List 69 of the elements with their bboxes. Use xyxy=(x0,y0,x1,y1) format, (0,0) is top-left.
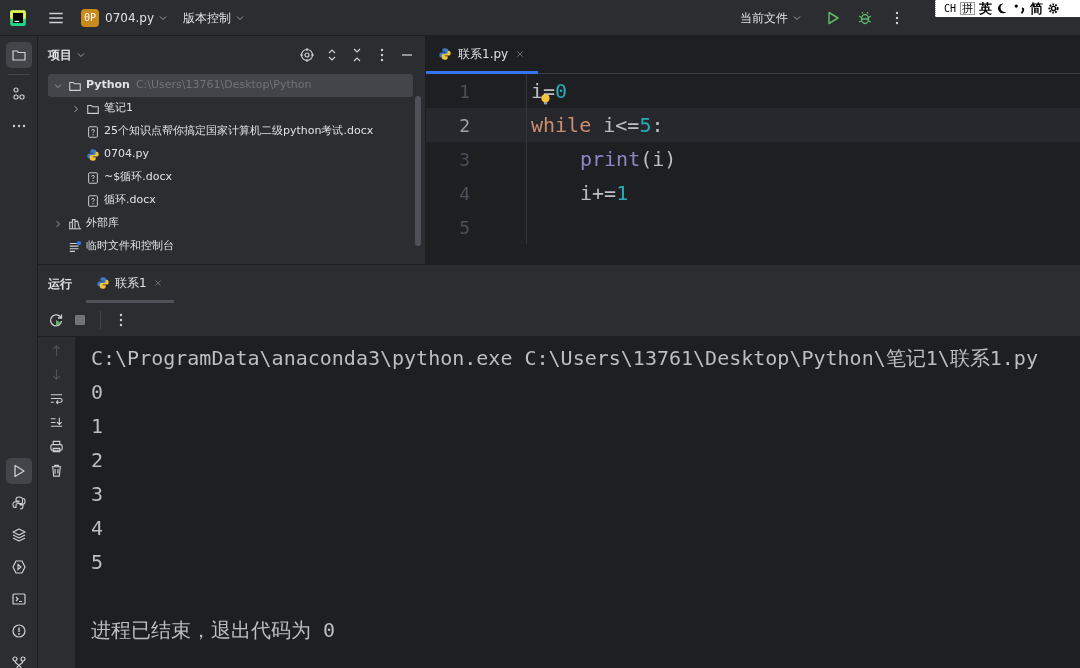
play-icon[interactable] xyxy=(825,9,841,26)
warning-icon xyxy=(10,623,27,639)
settings-icon[interactable] xyxy=(1047,2,1061,15)
tree-item-label: ~$循环.docx xyxy=(104,169,172,186)
panel-title-menu[interactable]: 项目 xyxy=(48,44,91,66)
tree-item-label: 循环.docx xyxy=(104,192,156,209)
tree-item-label: 0704.py xyxy=(104,146,149,163)
console-output: 4 xyxy=(91,515,105,542)
target-icon[interactable] xyxy=(299,47,315,63)
bug-icon[interactable] xyxy=(857,9,873,26)
tree-item[interactable]: 循环.docx xyxy=(48,189,413,212)
project-switcher[interactable]: 0P 0704.py xyxy=(77,6,174,29)
run-panel-title: 运行 xyxy=(48,276,72,293)
console-output: 1 xyxy=(91,413,105,440)
tree-item-label: 笔记1 xyxy=(104,100,133,117)
folder-tool-button[interactable] xyxy=(5,42,32,68)
tree-item[interactable]: 临时文件和控制台 xyxy=(48,235,413,258)
rerun-icon[interactable] xyxy=(48,311,64,328)
folder-icon xyxy=(10,47,27,63)
python-file-icon xyxy=(438,46,452,61)
services-icon xyxy=(10,559,27,575)
tree-item-label: 25个知识点帮你搞定国家计算机二级python考试.docx xyxy=(104,123,374,140)
scroll-to-end-icon[interactable] xyxy=(49,415,64,430)
ime-label[interactable]: 英 xyxy=(979,2,993,15)
ime-label[interactable]: 简 xyxy=(1030,2,1044,15)
tree-item[interactable]: 笔记1 xyxy=(48,97,413,120)
run-tab[interactable]: 联系1 xyxy=(86,265,174,303)
trash-icon[interactable] xyxy=(49,463,64,478)
library-icon xyxy=(68,216,82,231)
structure-icon xyxy=(10,86,27,102)
python-file-icon xyxy=(86,147,100,162)
code-line: i+=1 xyxy=(526,176,629,210)
line-number: 2 xyxy=(458,113,470,138)
ime-label[interactable]: CH xyxy=(944,3,957,14)
console-output: 3 xyxy=(91,481,105,508)
console-output: 2 xyxy=(91,447,105,474)
wrap-icon[interactable] xyxy=(49,391,64,406)
vcs-menu[interactable]: 版本控制 xyxy=(179,6,251,29)
app-logo-icon[interactable] xyxy=(9,8,27,27)
python-file-icon xyxy=(96,275,110,290)
run-config-menu[interactable]: 当前文件 xyxy=(736,6,807,29)
python-icon xyxy=(10,495,27,511)
exit-message: 进程已结束，退出代码为 0 xyxy=(91,617,337,644)
scratch-icon xyxy=(68,239,82,254)
unknown-file-icon xyxy=(86,124,100,139)
tree-item[interactable]: ~$循环.docx xyxy=(48,166,413,189)
unknown-file-icon xyxy=(86,193,100,208)
tree-item[interactable]: 0704.py xyxy=(48,143,413,166)
console-output: 5 xyxy=(91,549,105,576)
console-output: 0 xyxy=(91,379,105,406)
tree-item-label: 外部库 xyxy=(86,215,119,232)
print-icon[interactable] xyxy=(49,439,64,454)
run-tool-button[interactable] xyxy=(5,458,32,484)
tree-item-label: 临时文件和控制台 xyxy=(86,238,174,255)
punctuation-icon[interactable] xyxy=(1013,2,1027,15)
tree-item-label: Python xyxy=(86,77,130,94)
scrollbar[interactable] xyxy=(415,96,421,246)
layers-icon xyxy=(10,527,27,543)
terminal-icon xyxy=(10,591,27,607)
project-badge: 0P xyxy=(81,8,99,27)
tree-item[interactable]: 外部库 xyxy=(48,212,413,235)
ime-label[interactable]: 拼 xyxy=(960,2,976,15)
editor-tab[interactable]: 联系1.py xyxy=(426,36,539,74)
tree-item[interactable]: 25个知识点帮你搞定国家计算机二级python考试.docx xyxy=(48,120,413,143)
code-line: while i<=5: xyxy=(526,108,664,142)
code-line: print(i) xyxy=(526,142,677,176)
git-icon xyxy=(10,655,27,668)
console-output: C:\ProgramData\anaconda3\python.exe C:\Users\13761\Desktop\Python\笔记1\联系1.py xyxy=(91,345,1039,372)
unknown-file-icon xyxy=(86,170,100,185)
